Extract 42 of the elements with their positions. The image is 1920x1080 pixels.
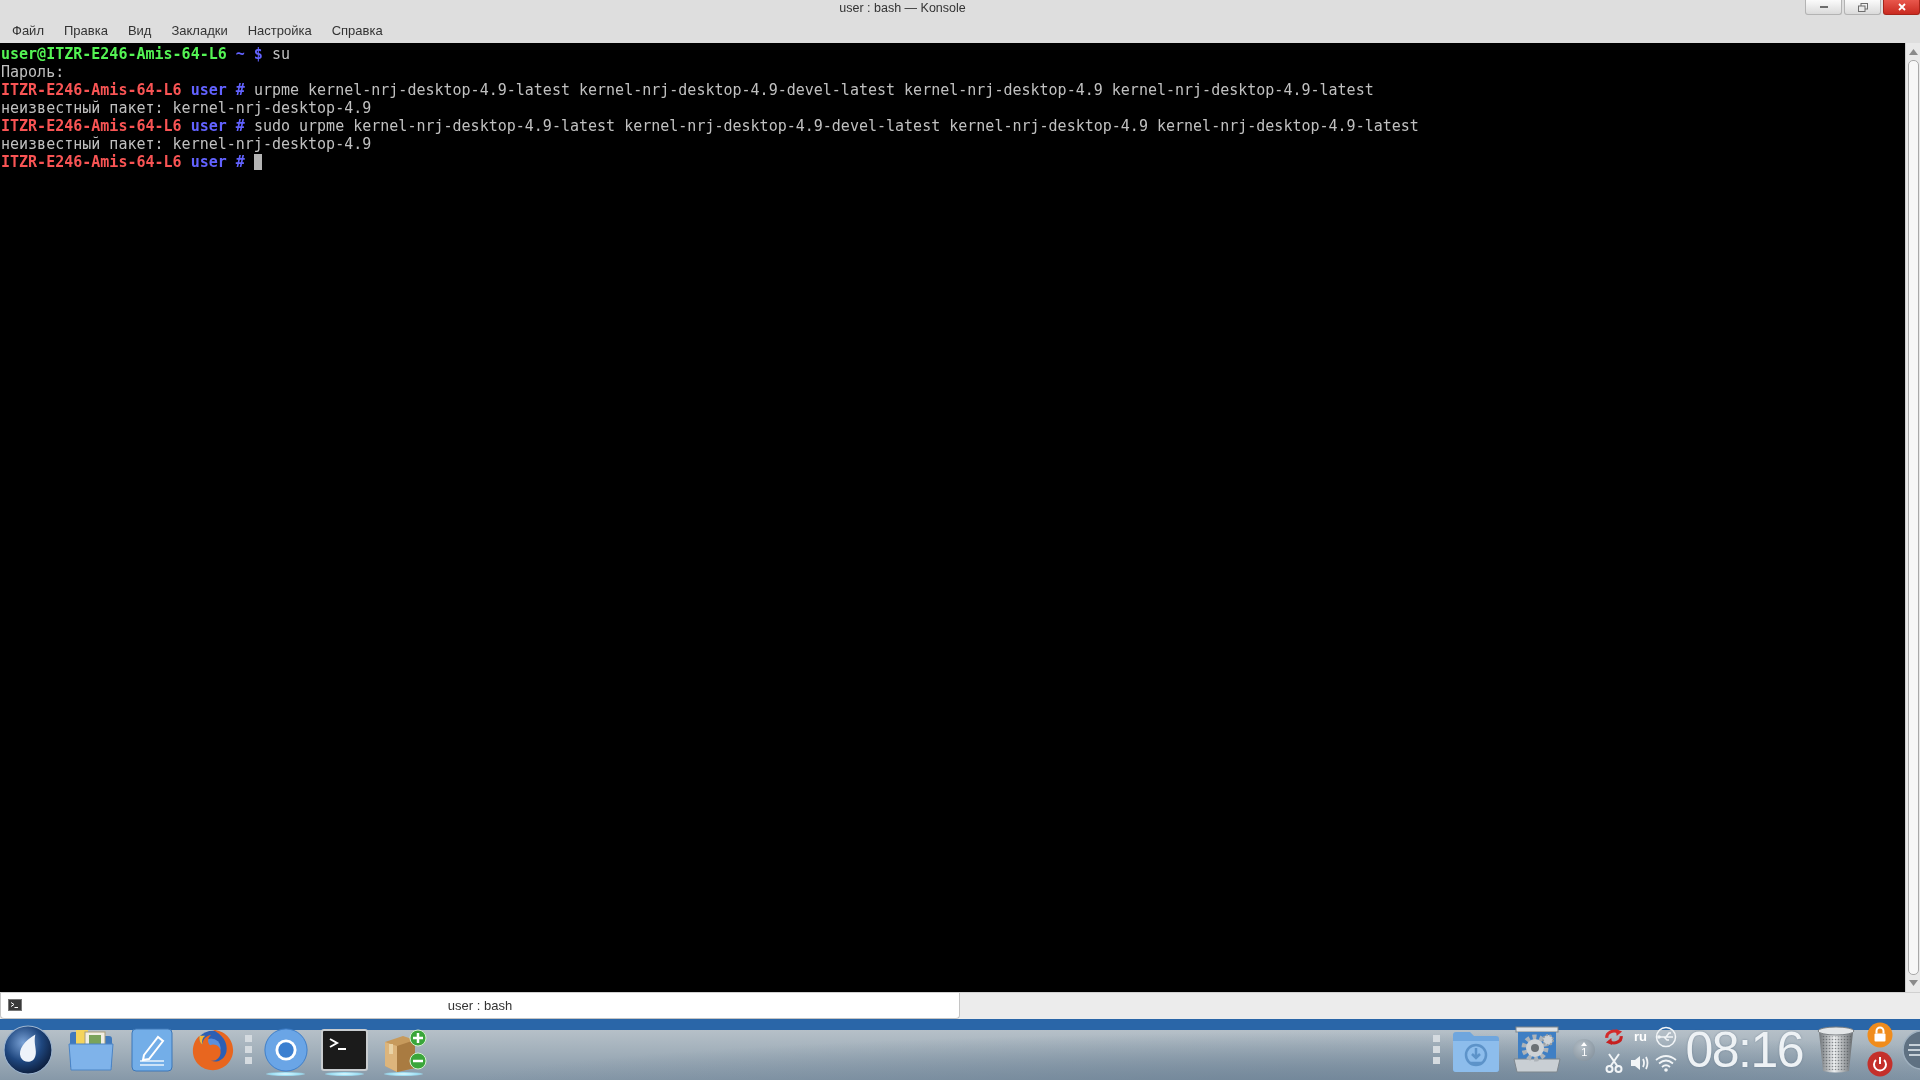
- drag-handle-icon[interactable]: [1433, 1034, 1441, 1065]
- menu-icon[interactable]: [1900, 1029, 1920, 1070]
- lock-icon[interactable]: [1867, 1022, 1893, 1048]
- terminal-tab[interactable]: user : bash: [0, 993, 960, 1019]
- minimize-button[interactable]: [1805, 0, 1842, 15]
- scroll-up-arrow-icon[interactable]: [1908, 49, 1918, 55]
- scissors-icon[interactable]: [1605, 1052, 1624, 1073]
- terminal-line: неизвестный пакет: kernel-nrj-desktop-4.9: [1, 99, 372, 117]
- menu-item[interactable]: Справка: [321, 20, 393, 41]
- wifi-icon[interactable]: [1655, 1053, 1678, 1072]
- up-arrow-icon: [1581, 1042, 1588, 1046]
- power-icon[interactable]: [1867, 1051, 1893, 1077]
- terminal-line: ITZR-E246-Amis-64-L6 user # sudo urpme kernel-nrj-desktop-4.9-latest kernel-nrj-desktop-4.9-devel-latest kernel-nrj-desktop-4.9 kernel-nrj-desktop-4.9-latest: [1, 117, 1419, 135]
- sync-icon[interactable]: [1603, 1027, 1626, 1046]
- terminal-line: ITZR-E246-Amis-64-L6 user # urpme kernel-nrj-desktop-4.9-latest kernel-nrj-desktop-4.9-devel-latest kernel-nrj-desktop-4.9 kernel-nrj-desktop-4.9-latest: [1, 81, 1374, 99]
- usb-icon[interactable]: [1655, 1025, 1678, 1048]
- close-button[interactable]: [1883, 0, 1920, 15]
- trash-icon[interactable]: [1816, 1025, 1856, 1074]
- pencil-document-icon[interactable]: [130, 1026, 174, 1073]
- terminal-line: user@ITZR-E246-Amis-64-L6 ~ $ su: [1, 45, 290, 63]
- menu-item[interactable]: Вид: [117, 20, 162, 41]
- app-menu-icon[interactable]: [3, 1024, 53, 1075]
- menu-item[interactable]: Файл: [2, 20, 54, 41]
- restore-button[interactable]: [1844, 0, 1881, 15]
- close-icon: [1897, 3, 1906, 11]
- settings-icon[interactable]: [1513, 1025, 1562, 1074]
- scrollbar-thumb[interactable]: [1907, 60, 1919, 975]
- terminal-icon: [8, 999, 22, 1011]
- window-title: user : bash — Konsole: [838, 0, 967, 16]
- volume-icon[interactable]: [1630, 1053, 1651, 1072]
- terminal-line: неизвестный пакет: kernel-nrj-desktop-4.9: [1, 135, 372, 153]
- menu-item[interactable]: Правка: [53, 20, 118, 41]
- menu-item[interactable]: Настройка: [237, 20, 322, 41]
- ring-globe-icon[interactable]: [262, 1026, 309, 1073]
- terminal-line: Пароль:: [1, 63, 65, 81]
- minimize-icon: [1819, 6, 1828, 8]
- drag-handle-icon[interactable]: [245, 1034, 252, 1065]
- scroll-down-arrow-icon[interactable]: [1908, 980, 1918, 986]
- menu-item[interactable]: Закладки: [161, 20, 238, 41]
- terminal-line: ITZR-E246-Amis-64-L6 user #: [1, 153, 245, 171]
- restore-icon: [1857, 2, 1868, 12]
- terminal-icon[interactable]: [321, 1028, 368, 1071]
